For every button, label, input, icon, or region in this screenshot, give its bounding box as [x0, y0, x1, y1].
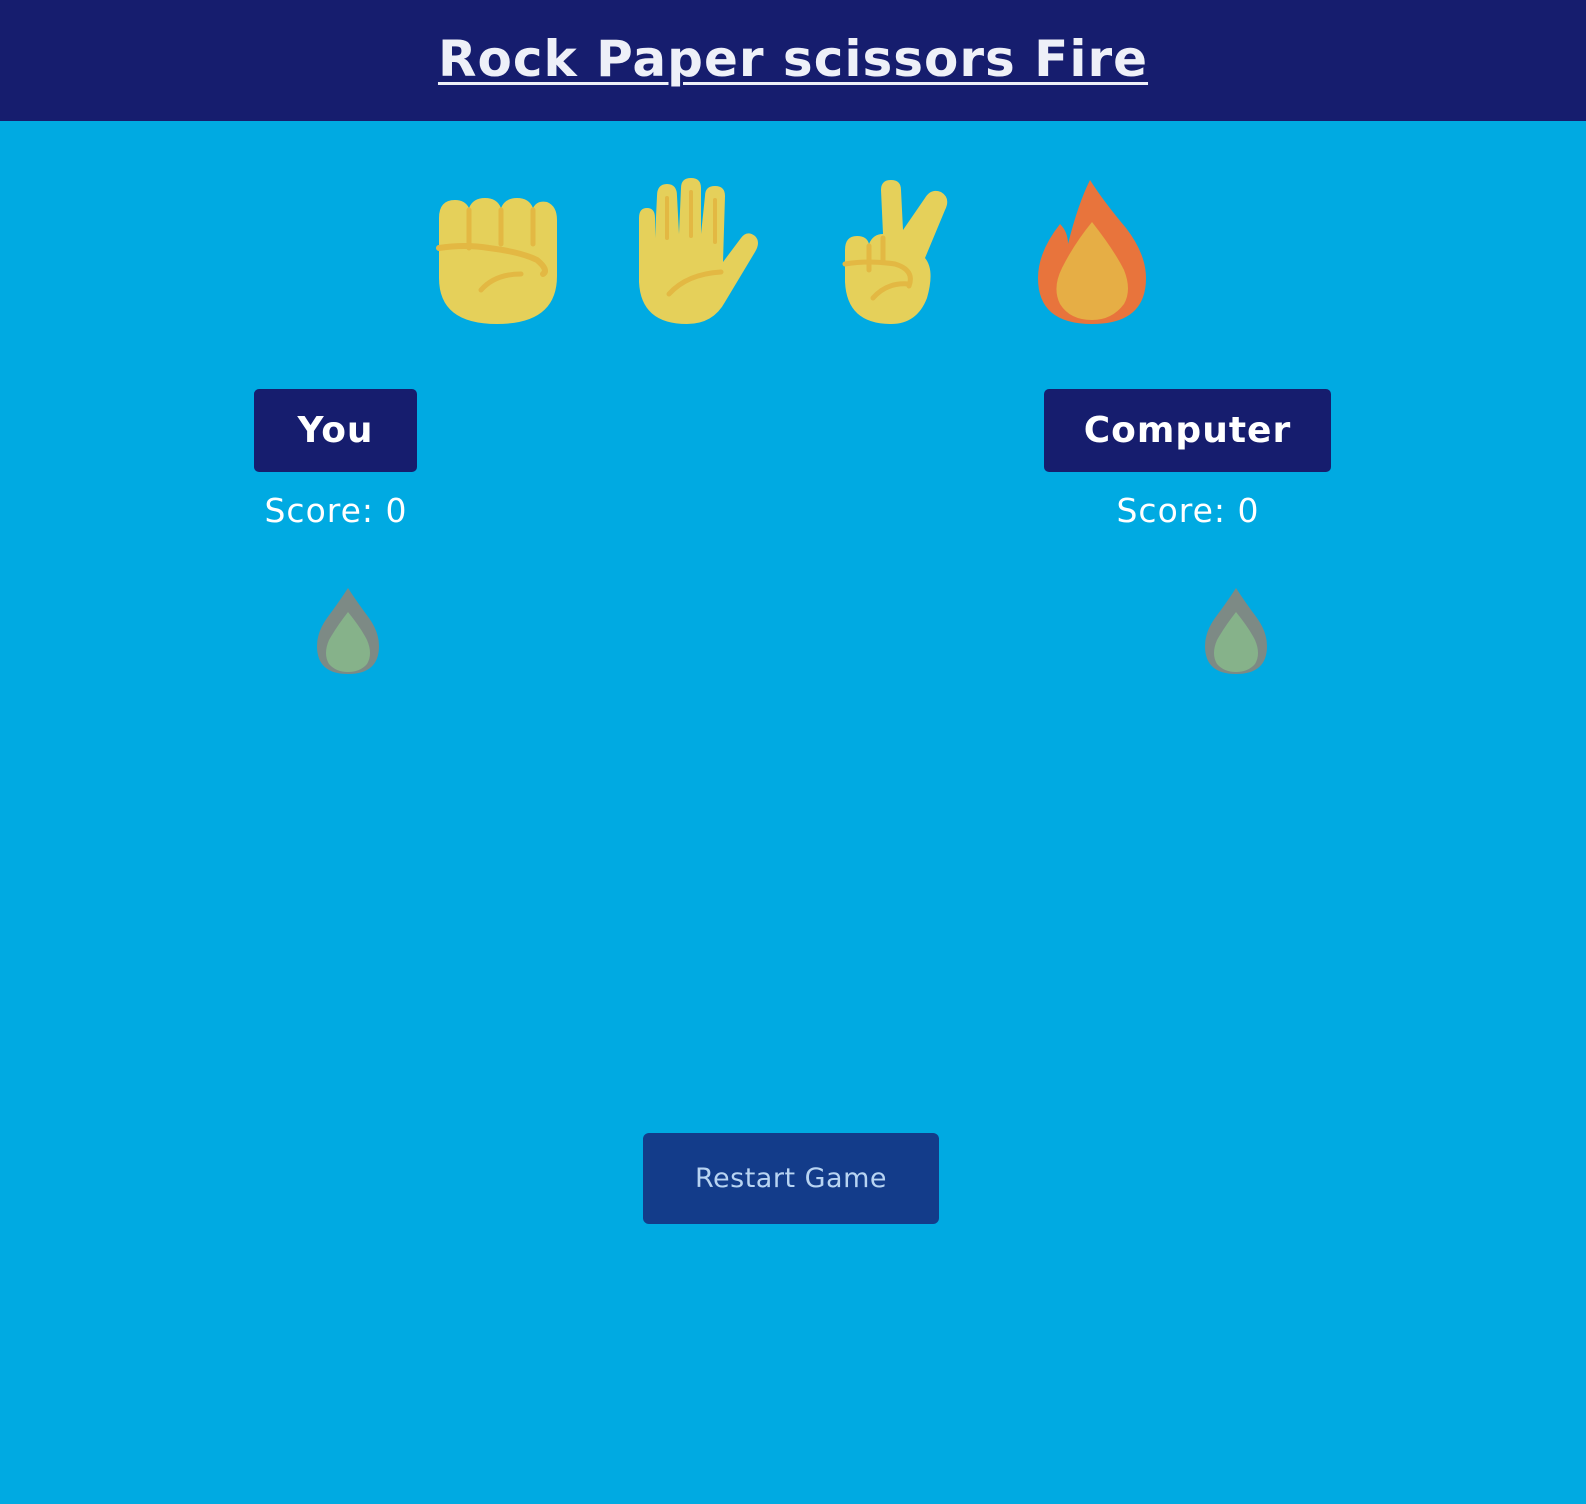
player-you-label: You [254, 389, 417, 472]
fire-choice-button[interactable] [1020, 178, 1160, 328]
player-computer-score: Score: 0 [1116, 491, 1260, 530]
player-computer-label: Computer [1044, 389, 1331, 472]
fire-icon [1038, 180, 1146, 324]
restart-game-button[interactable]: Restart Game [643, 1133, 939, 1224]
rock-choice-button[interactable] [425, 178, 565, 328]
paper-choice-button[interactable] [625, 178, 765, 328]
fire-icon [317, 588, 379, 674]
raised-hand-icon [639, 178, 758, 324]
page-header: Rock Paper scissors Fire [0, 0, 1586, 121]
raised-fist-icon [436, 198, 557, 324]
player-computer-selection [1201, 586, 1271, 676]
player-you-score: Score: 0 [264, 491, 408, 530]
player-you-selection [313, 586, 383, 676]
scissors-choice-button[interactable] [825, 178, 965, 328]
page-title: Rock Paper scissors Fire [437, 30, 1149, 88]
fire-icon [1205, 588, 1267, 674]
victory-hand-icon [842, 180, 948, 324]
game-page: Rock Paper scissors Fire You Score: 0 Co… [0, 0, 1586, 1504]
